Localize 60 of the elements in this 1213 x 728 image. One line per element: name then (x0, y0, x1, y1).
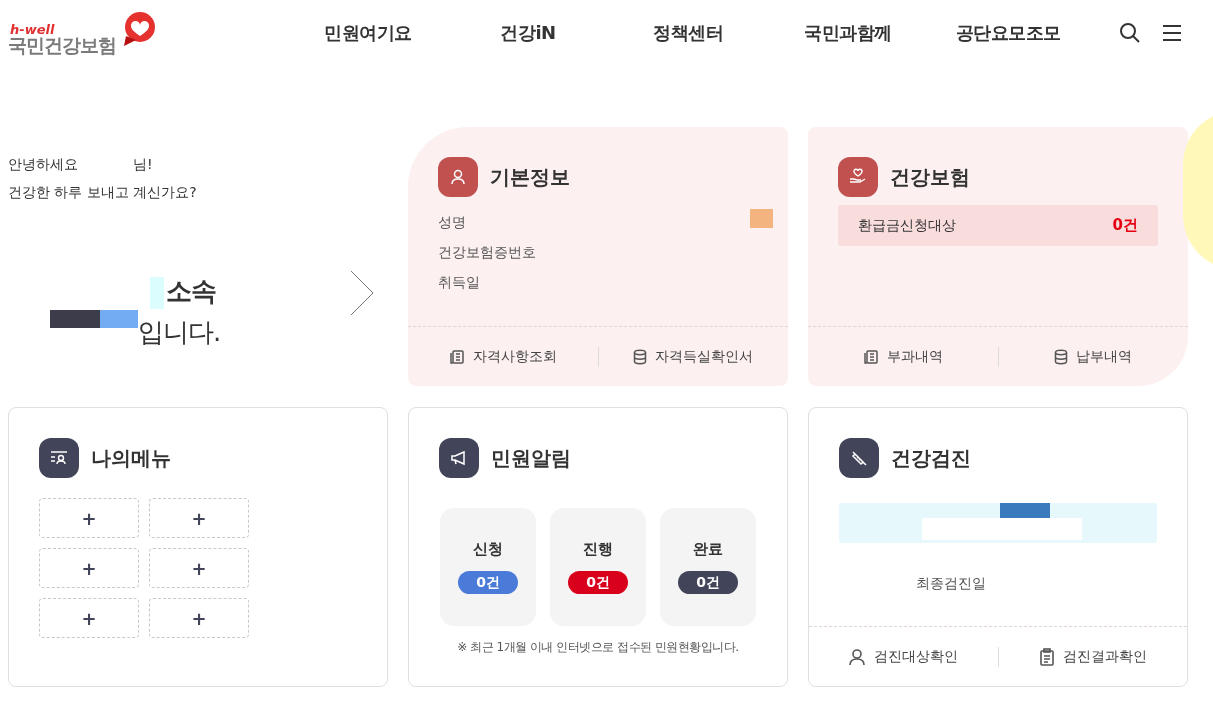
status-tile[interactable]: 완료 0건 (660, 508, 756, 626)
card-title: 나의메뉴 (91, 445, 171, 472)
refund-count: 0건 (1112, 215, 1138, 237)
field-label: 취득일 (438, 273, 480, 292)
card-title: 건강검진 (891, 445, 971, 472)
nav-link[interactable]: 민원여기요 (288, 19, 448, 46)
menu-icon[interactable] (1161, 23, 1183, 42)
status-count: 0건 (678, 570, 738, 594)
card-title: 건강보험 (890, 164, 970, 191)
nav-link[interactable]: 정책센터 (608, 19, 768, 46)
add-menu-slot[interactable]: + (149, 548, 249, 588)
status-count: 0건 (458, 570, 518, 594)
logo-name: 국민건강보험 (8, 36, 116, 55)
shortcut-link[interactable]: 자격득실확인서 (598, 346, 788, 367)
syringe-icon (839, 438, 879, 478)
status-label: 진행 (583, 539, 613, 560)
greeting-question: 건강한 하루 보내고 계신가요? (8, 183, 198, 202)
affiliation-text: 소속 (166, 275, 216, 308)
person-icon (438, 157, 478, 197)
clipboard-icon (1038, 647, 1055, 666)
nav-link[interactable]: 건강iN (448, 19, 608, 46)
greeting-suffix: 님! (133, 156, 153, 172)
database-icon (1054, 348, 1069, 365)
field-label: 성명 (438, 213, 466, 232)
shortcut-link[interactable]: 부과내역 (808, 346, 998, 367)
status-count: 0건 (568, 570, 628, 594)
add-menu-slot[interactable]: + (39, 498, 139, 538)
person-icon (848, 647, 867, 666)
nav-link[interactable]: 공단요모조모 (928, 19, 1088, 46)
field-label: 건강보험증번호 (438, 243, 536, 262)
refund-label: 환급금신청대상 (858, 216, 956, 235)
database-icon (633, 348, 648, 365)
refund-row[interactable]: 환급금신청대상 0건 (838, 205, 1158, 246)
logo-tagline: h-well (10, 23, 55, 36)
shortcut-link[interactable]: 검진결과확인 (998, 646, 1187, 667)
greeting-text: 안녕하세요 (8, 156, 78, 172)
status-tile[interactable]: 신청 0건 (440, 508, 536, 626)
ending-text: 입니다. (138, 316, 221, 349)
add-menu-slot[interactable]: + (39, 598, 139, 638)
shortcut-link[interactable]: 납부내역 (998, 346, 1188, 367)
notice-text: ※ 최근 1개월 이내 인터넷으로 접수된 민원현황입니다. (456, 639, 740, 656)
status-label: 신청 (473, 539, 503, 560)
status-label: 완료 (693, 539, 723, 560)
add-menu-slot[interactable]: + (39, 548, 139, 588)
card-title: 민원알림 (491, 445, 571, 472)
hand-heart-icon (838, 157, 878, 197)
logo[interactable]: h-well 국민건강보험 (8, 7, 158, 62)
add-menu-slot[interactable]: + (149, 598, 249, 638)
add-menu-slot[interactable]: + (149, 498, 249, 538)
shortcut-link[interactable]: 검진대상확인 (809, 646, 998, 667)
search-icon[interactable] (1119, 21, 1141, 44)
last-checkup-label: 최종검진일 (916, 574, 987, 593)
nav-link[interactable]: 국민과함께 (768, 19, 928, 46)
megaphone-icon (439, 438, 479, 478)
status-tile[interactable]: 진행 0건 (550, 508, 646, 626)
shortcut-link[interactable]: 자격사항조회 (408, 346, 598, 367)
document-icon (862, 348, 879, 365)
card-title: 기본정보 (490, 164, 570, 191)
list-person-icon (39, 438, 79, 478)
document-icon (448, 348, 465, 365)
